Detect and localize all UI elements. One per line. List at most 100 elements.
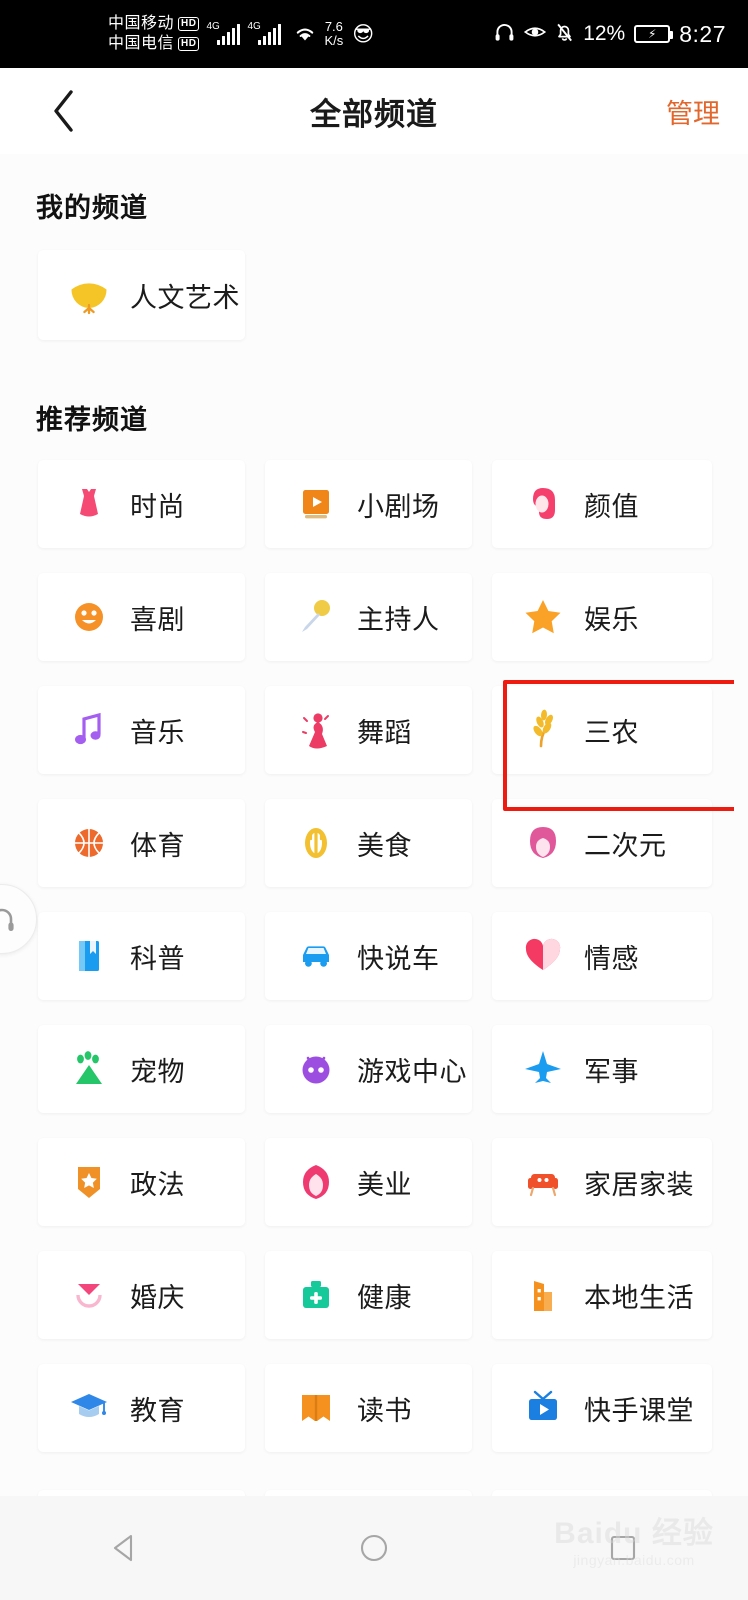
nav-back-button[interactable] [65,1496,185,1600]
channel-card-美食[interactable]: 美食 [265,799,472,887]
graduation-icon [66,1385,112,1431]
medkit-icon [293,1272,339,1318]
building-icon [520,1272,566,1318]
book-mark-icon [66,933,112,979]
status-bar-left: 中国移动 HD 中国电信 HD 4G 4G 7.6 K/s 😎 [108,14,374,54]
channel-card-健康[interactable]: 健康 [265,1251,472,1339]
app-header: 全部频道 管理 [0,68,748,154]
channel-card-读书[interactable]: 读书 [265,1364,472,1452]
channel-label: 体育 [130,830,185,861]
channel-card-教育[interactable]: 教育 [38,1364,245,1452]
network-speed: 7.6 K/s [324,20,343,48]
channel-card-政法[interactable]: 政法 [38,1138,245,1226]
video-play-icon [293,481,339,527]
channel-card-快手课堂[interactable]: 快手课堂 [492,1364,712,1452]
channel-card-小剧场[interactable]: 小剧场 [265,460,472,548]
channel-card-三农[interactable]: 三农 [492,686,712,774]
anime-face-icon [520,820,566,866]
channel-label: 读书 [357,1395,412,1426]
channel-card-宠物[interactable]: 宠物 [38,1025,245,1113]
sunglasses-face-icon: 😎 [352,22,375,46]
heart-icon [520,933,566,979]
channel-label: 快说车 [357,943,440,974]
network-speed-value: 7.6 [324,19,343,34]
dress-icon [66,481,112,527]
channel-label: 美业 [357,1169,412,1200]
right-edge-mask [734,154,748,1496]
wheat-icon [520,707,566,753]
channel-card-游戏中心[interactable]: 游戏中心 [265,1025,472,1113]
recommended-channels-title: 推荐频道 [36,405,148,435]
tv-play-icon [520,1385,566,1431]
nav-home-button[interactable] [314,1496,434,1600]
channel-card-二次元[interactable]: 二次元 [492,799,712,887]
headphone-icon [494,22,515,47]
bell-muted-icon [555,22,574,47]
triangle-back-icon [113,1534,132,1562]
back-button[interactable] [34,68,94,154]
channel-label: 游戏中心 [357,1056,467,1087]
channel-label: 婚庆 [130,1282,185,1313]
star-icon [520,594,566,640]
channel-card-音乐[interactable]: 音乐 [38,686,245,774]
channel-label: 舞蹈 [357,717,412,748]
channel-label: 科普 [130,943,185,974]
channel-label: 政法 [130,1169,185,1200]
paw-icon [66,1046,112,1092]
system-nav-bar [0,1496,748,1600]
basketball-icon [66,820,112,866]
channel-card-颜值[interactable]: 颜值 [492,460,712,548]
channel-card-舞蹈[interactable]: 舞蹈 [265,686,472,774]
channel-label: 音乐 [130,717,185,748]
channel-card-快说车[interactable]: 快说车 [265,912,472,1000]
battery-icon: ⚡ [634,25,674,43]
lotus-icon [293,1159,339,1205]
fan-icon [66,272,112,318]
signal-1: 4G [206,20,241,45]
manage-button[interactable]: 管理 [666,68,720,154]
channel-card-喜剧[interactable]: 喜剧 [38,573,245,661]
woman-face-icon [520,481,566,527]
nav-recents-button[interactable] [563,1496,683,1600]
channel-label: 家居家装 [584,1169,694,1200]
car-icon [293,933,339,979]
channel-card-科普[interactable]: 科普 [38,912,245,1000]
ring-icon [66,1272,112,1318]
channel-card-时尚[interactable]: 时尚 [38,460,245,548]
network-1-label: 4G [206,20,220,32]
jet-icon [520,1046,566,1092]
channel-label: 教育 [130,1395,185,1426]
channel-label: 宠物 [130,1056,185,1087]
channel-card-家居家装[interactable]: 家居家装 [492,1138,712,1226]
channel-label: 情感 [584,943,639,974]
channel-label: 娱乐 [584,604,639,635]
my-channel-card[interactable]: 人文艺术 [38,250,245,340]
floating-audio-widget[interactable] [0,884,37,954]
channel-label: 美食 [357,830,412,861]
cutlery-icon [293,820,339,866]
channel-card-娱乐[interactable]: 娱乐 [492,573,712,661]
network-speed-unit: K/s [324,33,344,48]
chevron-left-icon [54,90,73,132]
channel-label: 喜剧 [130,604,185,635]
page-title: 全部频道 [310,96,438,132]
dancer-icon [293,707,339,753]
channel-card-军事[interactable]: 军事 [492,1025,712,1113]
channel-label: 健康 [357,1282,412,1313]
carrier-1-hd-badge: HD [178,17,200,31]
channel-card-主持人[interactable]: 主持人 [265,573,472,661]
channel-card-体育[interactable]: 体育 [38,799,245,887]
channel-card-美业[interactable]: 美业 [265,1138,472,1226]
channel-card-本地生活[interactable]: 本地生活 [492,1251,712,1339]
microphone-icon [293,594,339,640]
channel-label: 快手课堂 [584,1395,694,1426]
shield-star-icon [66,1159,112,1205]
channel-label: 二次元 [584,830,667,861]
channel-label: 军事 [584,1056,639,1087]
charging-bolt-icon: ⚡ [648,27,657,41]
channel-card-婚庆[interactable]: 婚庆 [38,1251,245,1339]
channel-card-情感[interactable]: 情感 [492,912,712,1000]
status-bar: 中国移动 HD 中国电信 HD 4G 4G 7.6 K/s 😎 12% ⚡ 8:… [0,0,748,68]
channel-label: 小剧场 [357,491,440,522]
signal-2: 4G [247,21,282,45]
